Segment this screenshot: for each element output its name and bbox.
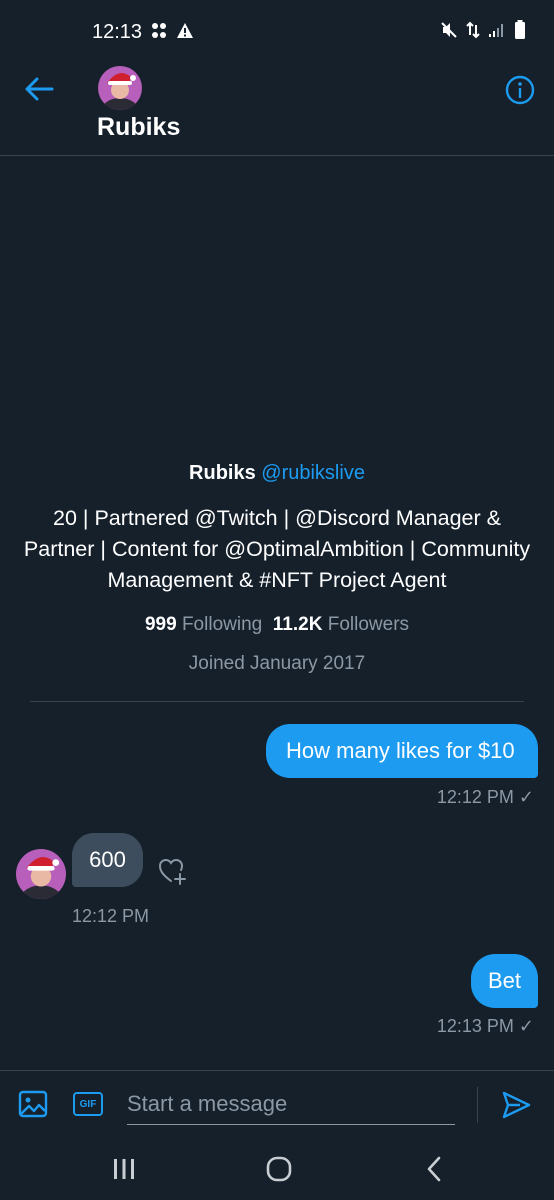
message-text: Bet — [487, 968, 522, 993]
message-input[interactable] — [127, 1083, 455, 1125]
profile-stats: 999 Following 11.2K Followers — [0, 614, 554, 636]
following-count[interactable]: 999 — [145, 614, 177, 635]
message-bubble-outgoing[interactable]: How many likes for $10 — [266, 724, 538, 778]
profile-joined: Joined January 2017 — [188, 653, 366, 674]
image-icon[interactable] — [18, 1089, 48, 1119]
avatar[interactable] — [98, 66, 142, 110]
recent-apps-icon[interactable] — [111, 1158, 137, 1180]
message-composer: GIF — [0, 1070, 554, 1138]
divider — [30, 701, 524, 702]
warning-icon — [177, 23, 193, 38]
profile-name[interactable]: Rubiks — [189, 462, 256, 484]
header-name: Rubiks — [97, 113, 181, 141]
message-timestamp: 12:12 PM — [72, 906, 150, 926]
home-icon[interactable] — [266, 1156, 292, 1182]
message-timestamp: 12:12 PM ✓ — [436, 787, 534, 807]
status-bar: 12:13 — [0, 0, 554, 62]
message-bubble-incoming[interactable]: 600 — [72, 833, 143, 887]
message-bubble-outgoing[interactable]: Bet — [471, 954, 538, 1008]
message-text: 600 — [89, 847, 126, 872]
back-nav-icon[interactable] — [424, 1156, 444, 1182]
profile-summary: Rubiks @rubikslive 20 | Partnered @Twitc… — [0, 462, 554, 675]
divider — [477, 1087, 478, 1123]
status-time: 12:13 — [92, 21, 143, 43]
back-button[interactable] — [22, 74, 56, 104]
following-label[interactable]: Following — [182, 614, 262, 635]
signal-icon — [489, 24, 503, 37]
system-nav-bar — [0, 1138, 554, 1200]
apps-notification-icon — [152, 23, 166, 38]
message-text: How many likes for $10 — [286, 738, 515, 763]
profile-bio: 20 | Partnered @Twitch | @Discord Manage… — [23, 506, 531, 592]
battery-icon — [515, 20, 525, 39]
profile-handle[interactable]: @rubikslive — [261, 462, 365, 484]
gif-button[interactable]: GIF — [73, 1092, 103, 1116]
conversation-header: Rubiks — [0, 62, 554, 156]
info-icon[interactable] — [504, 74, 536, 106]
followers-count[interactable]: 11.2K — [273, 614, 323, 635]
message-timestamp: 12:13 PM ✓ — [436, 1016, 534, 1036]
mute-icon — [441, 22, 457, 38]
followers-label[interactable]: Followers — [328, 614, 409, 635]
avatar[interactable] — [16, 849, 66, 899]
data-transfer-icon — [466, 21, 480, 39]
heart-add-icon[interactable] — [157, 855, 189, 887]
gif-label: GIF — [79, 1098, 97, 1110]
send-icon[interactable] — [500, 1089, 532, 1121]
